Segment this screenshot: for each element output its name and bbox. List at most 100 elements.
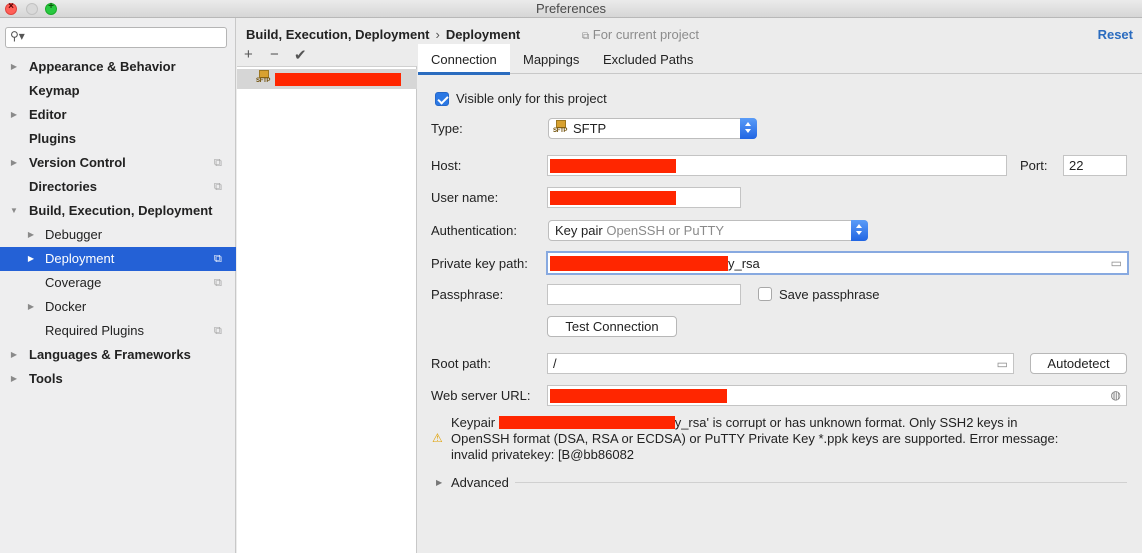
type-select-value: SFTP — [573, 121, 607, 136]
host-label: Host: — [431, 158, 462, 173]
web-server-url-label: Web server URL: — [431, 388, 531, 403]
private-key-input[interactable]: y_rsa ▭ — [546, 251, 1129, 275]
server-list-item[interactable]: SFTP — [237, 69, 417, 89]
reset-link[interactable]: Reset — [1098, 27, 1133, 42]
passphrase-input[interactable] — [547, 284, 741, 305]
web-server-url-input[interactable]: ◍ — [547, 385, 1127, 406]
type-select[interactable]: SFTP SFTP — [548, 118, 757, 139]
sidebar-item-keymap[interactable]: Keymap — [0, 79, 236, 103]
warning-icon: ⚠ — [432, 431, 443, 445]
browse-folder-icon[interactable]: ▭ — [997, 357, 1008, 371]
sidebar-item-directories[interactable]: Directories ⧉ — [0, 175, 236, 199]
browse-folder-icon[interactable]: ▭ — [1111, 256, 1122, 270]
port-value: 22 — [1069, 158, 1084, 173]
breadcrumb-current: Deployment — [445, 27, 521, 42]
warning-line-1: Keypair y_rsa' is corrupt or has unknown… — [451, 415, 1018, 430]
project-level-icon: ⧉ — [214, 181, 222, 193]
breadcrumb-separator: › — [435, 27, 440, 42]
sidebar-item-build-execution-deployment[interactable]: ▼ Build, Execution, Deployment — [0, 199, 236, 223]
advanced-expand-icon[interactable]: ▶ — [436, 478, 442, 487]
sidebar-item-label: Version Control — [29, 155, 126, 170]
sidebar-item-version-control[interactable]: ▶ Version Control ⧉ — [0, 151, 236, 175]
sftp-type-icon: SFTP — [553, 120, 568, 137]
test-connection-button[interactable]: Test Connection — [547, 316, 677, 337]
host-input[interactable] — [547, 155, 1007, 176]
root-path-label: Root path: — [431, 356, 491, 371]
select-stepper-icon — [851, 220, 868, 241]
project-scope-icon: ⧉ — [582, 31, 590, 42]
chevron-right-icon[interactable]: ▶ — [9, 151, 19, 175]
sidebar-item-docker[interactable]: ▶ Docker — [0, 295, 236, 319]
autodetect-button[interactable]: Autodetect — [1030, 353, 1127, 374]
sidebar-item-required-plugins[interactable]: Required Plugins ⧉ — [0, 319, 236, 343]
chevron-right-icon[interactable]: ▶ — [9, 367, 19, 391]
port-input[interactable]: 22 — [1063, 155, 1127, 176]
advanced-section-toggle[interactable]: Advanced — [451, 475, 509, 490]
settings-sidebar: ⚲▾ ▶ Appearance & Behavior Keymap ▶ Editor Pl… — [0, 18, 236, 553]
sidebar-item-debugger[interactable]: ▶ Debugger — [0, 223, 236, 247]
project-level-icon: ⧉ — [214, 277, 222, 289]
authentication-select[interactable]: Key pair OpenSSH or PuTTY — [548, 220, 868, 241]
root-path-value: / — [553, 356, 557, 371]
chevron-down-icon[interactable]: ▼ — [9, 199, 19, 223]
visible-only-label: Visible only for this project — [456, 91, 607, 106]
search-icon: ⚲▾ — [10, 29, 25, 43]
sidebar-item-label: Tools — [29, 371, 63, 386]
set-default-server-button[interactable]: ✔ — [294, 46, 307, 64]
sidebar-item-editor[interactable]: ▶ Editor — [0, 103, 236, 127]
redacted-host — [550, 159, 676, 173]
sidebar-item-deployment[interactable]: ▶ Deployment ⧉ — [0, 247, 236, 271]
sidebar-item-tools[interactable]: ▶ Tools — [0, 367, 236, 391]
chevron-right-icon[interactable]: ▶ — [9, 343, 19, 367]
tab-connection[interactable]: Connection — [418, 44, 510, 75]
sidebar-item-coverage[interactable]: Coverage ⧉ — [0, 271, 236, 295]
server-list: SFTP — [237, 66, 417, 553]
chevron-right-icon[interactable]: ▶ — [26, 295, 36, 319]
deployment-tabs: Connection Mappings Excluded Paths — [418, 44, 1142, 75]
sidebar-item-label: Appearance & Behavior — [29, 59, 176, 74]
breadcrumb-parent: Build, Execution, Deployment — [246, 27, 430, 42]
chevron-right-icon[interactable]: ▶ — [26, 223, 36, 247]
warning-line-2: OpenSSH format (DSA, RSA or ECDSA) or Pu… — [451, 431, 1059, 446]
sidebar-item-label: Keymap — [29, 83, 80, 98]
settings-content: Build, Execution, Deployment › Deployment … — [237, 18, 1142, 553]
add-server-button[interactable]: + — [244, 46, 253, 63]
redacted-username — [550, 191, 676, 205]
title-bar: × + Preferences — [0, 0, 1142, 18]
chevron-right-icon[interactable]: ▶ — [9, 103, 19, 127]
sidebar-item-appearance-behavior[interactable]: ▶ Appearance & Behavior — [0, 55, 236, 79]
private-key-label: Private key path: — [431, 256, 528, 271]
project-scope-hint: ⧉ For current project — [582, 27, 699, 42]
warning-line-3: invalid privatekey: [B@bb86082 — [451, 447, 635, 462]
open-in-browser-icon[interactable]: ◍ — [1111, 388, 1121, 402]
sidebar-item-languages-frameworks[interactable]: ▶ Languages & Frameworks — [0, 343, 236, 367]
project-level-icon: ⧉ — [214, 253, 222, 265]
private-key-value: y_rsa — [728, 256, 760, 271]
root-path-input[interactable]: / ▭ — [547, 353, 1014, 374]
chevron-right-icon[interactable]: ▶ — [26, 247, 36, 271]
sidebar-item-label: Coverage — [45, 275, 102, 290]
project-level-icon: ⧉ — [214, 157, 222, 169]
breadcrumb: Build, Execution, Deployment › Deployment — [246, 27, 520, 42]
remove-server-button[interactable]: − — [270, 46, 279, 63]
sidebar-item-label: Deployment — [45, 251, 115, 266]
sidebar-item-plugins[interactable]: Plugins — [0, 127, 236, 151]
sidebar-item-label: Build, Execution, Deployment — [29, 203, 213, 218]
chevron-right-icon[interactable]: ▶ — [9, 55, 19, 79]
sftp-server-icon: SFTP — [256, 70, 271, 87]
select-stepper-icon — [740, 118, 757, 139]
sidebar-item-label: Debugger — [45, 227, 103, 242]
visible-only-checkbox[interactable] — [435, 92, 449, 106]
username-input[interactable] — [547, 187, 741, 208]
advanced-divider — [515, 482, 1127, 483]
save-passphrase-checkbox[interactable] — [758, 287, 772, 301]
tab-excluded-paths[interactable]: Excluded Paths — [590, 44, 706, 74]
window-title: Preferences — [535, 1, 607, 16]
passphrase-label: Passphrase: — [431, 287, 504, 302]
sidebar-item-label: Languages & Frameworks — [29, 347, 191, 362]
tab-mappings[interactable]: Mappings — [510, 44, 592, 74]
type-label: Type: — [431, 121, 463, 136]
settings-search-input[interactable]: ⚲▾ — [5, 27, 227, 48]
save-passphrase-label: Save passphrase — [779, 287, 880, 302]
redacted-server-name — [275, 73, 401, 86]
